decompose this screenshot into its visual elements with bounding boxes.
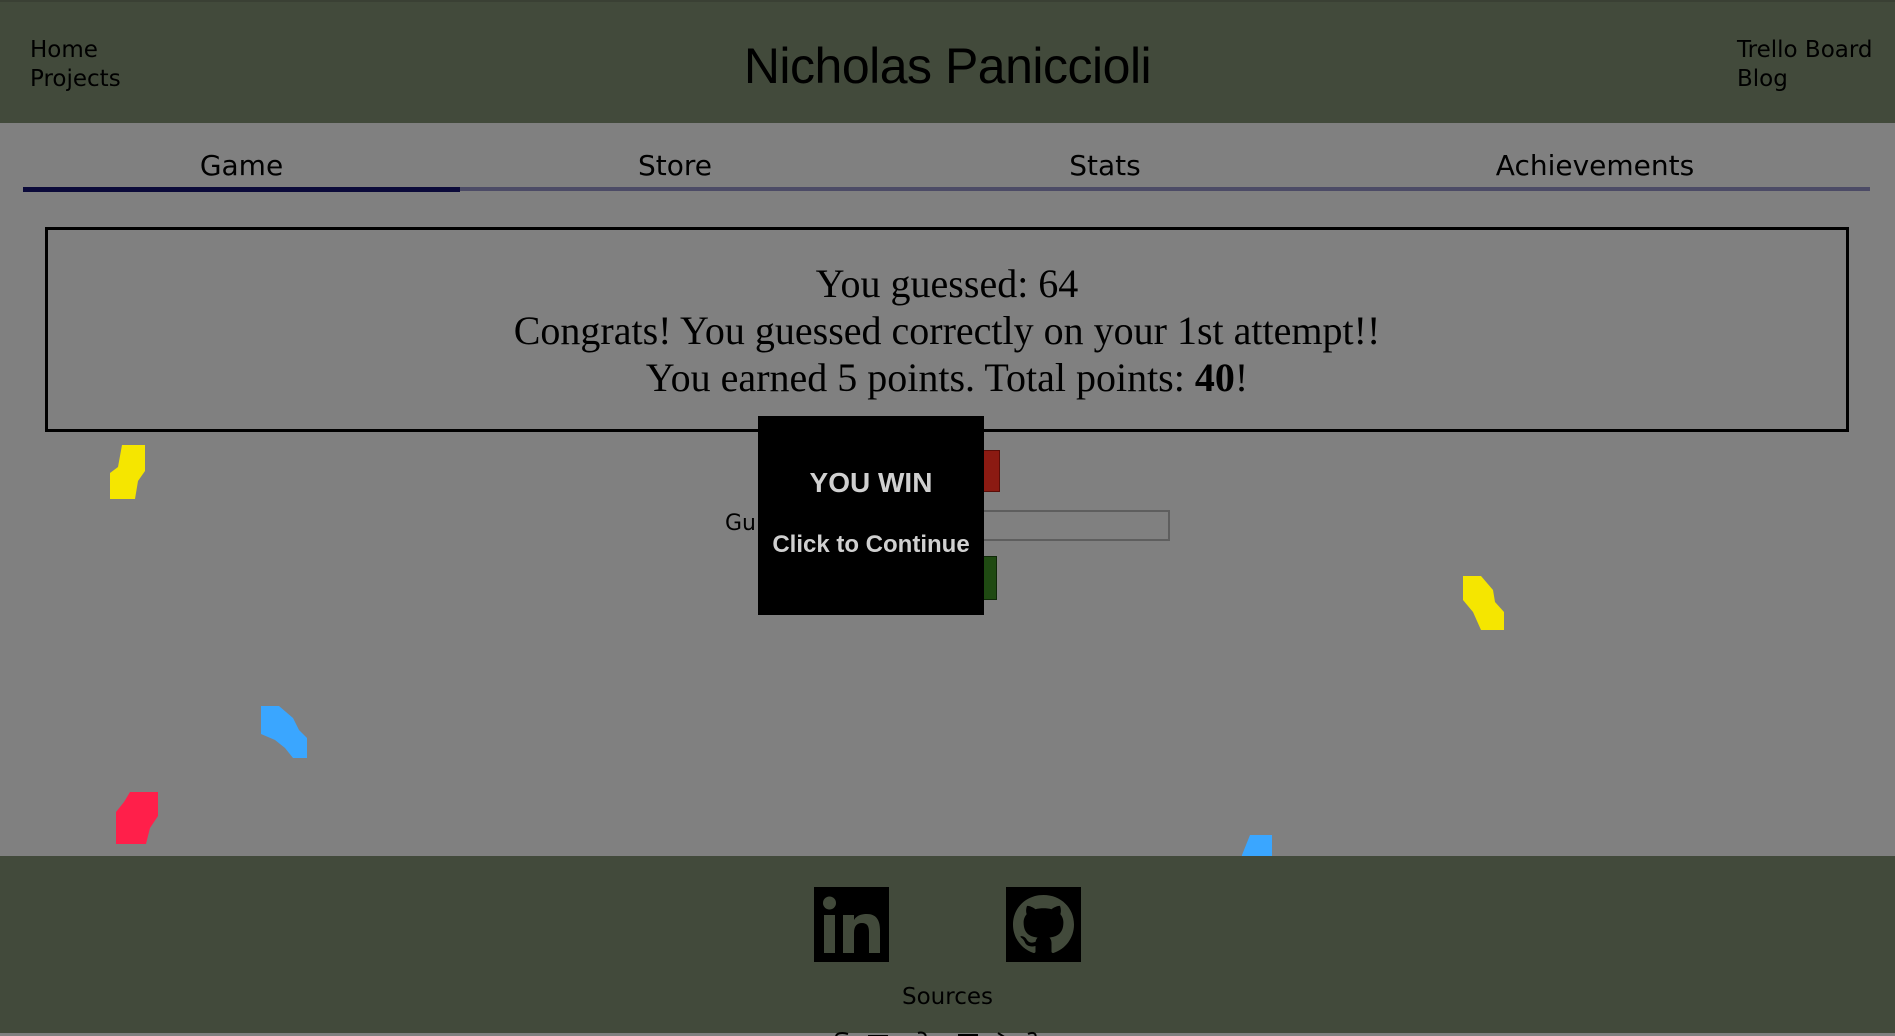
footer-overflow-text [828,1024,1068,1036]
tab-stats[interactable]: Stats [890,146,1320,191]
win-modal[interactable]: YOU WIN Click to Continue [758,416,984,615]
sources-link[interactable]: Sources [0,983,1895,1012]
linkedin-icon[interactable] [814,887,889,962]
guess-label: Gu [725,511,756,536]
github-icon[interactable] [1006,887,1081,962]
guess-result-text: You guessed: 64 [815,261,1079,306]
result-message-box: You guessed: 64 Congrats! You guessed co… [45,227,1849,432]
guess-input[interactable] [960,510,1170,541]
site-footer: Sources [0,856,1895,1036]
total-points: 40 [1194,355,1235,400]
nav-blog-link[interactable]: Blog [1737,65,1873,94]
nav-trello-board-link[interactable]: Trello Board [1737,36,1873,65]
tab-game[interactable]: Game [23,146,460,192]
continue-prompt[interactable]: Click to Continue [758,530,984,560]
site-title: Nicholas Paniccioli [743,38,1152,94]
congrats-text: Congrats! You guessed correctly on your … [513,308,1381,353]
right-nav: Trello Board Blog [1737,36,1873,94]
points-text: You earned 5 points. Total points: 40! [645,355,1249,400]
confetti-piece [110,445,145,499]
win-title: YOU WIN [809,467,933,498]
game-tabs: Game Store Stats Achievements [23,146,1873,192]
tab-achievements[interactable]: Achievements [1320,146,1870,191]
site-header: Home Projects Nicholas Paniccioli Trello… [0,0,1895,123]
tab-store[interactable]: Store [460,146,890,191]
confetti-piece [261,706,307,758]
confetti-piece [1463,576,1504,630]
confetti-piece [116,792,158,844]
